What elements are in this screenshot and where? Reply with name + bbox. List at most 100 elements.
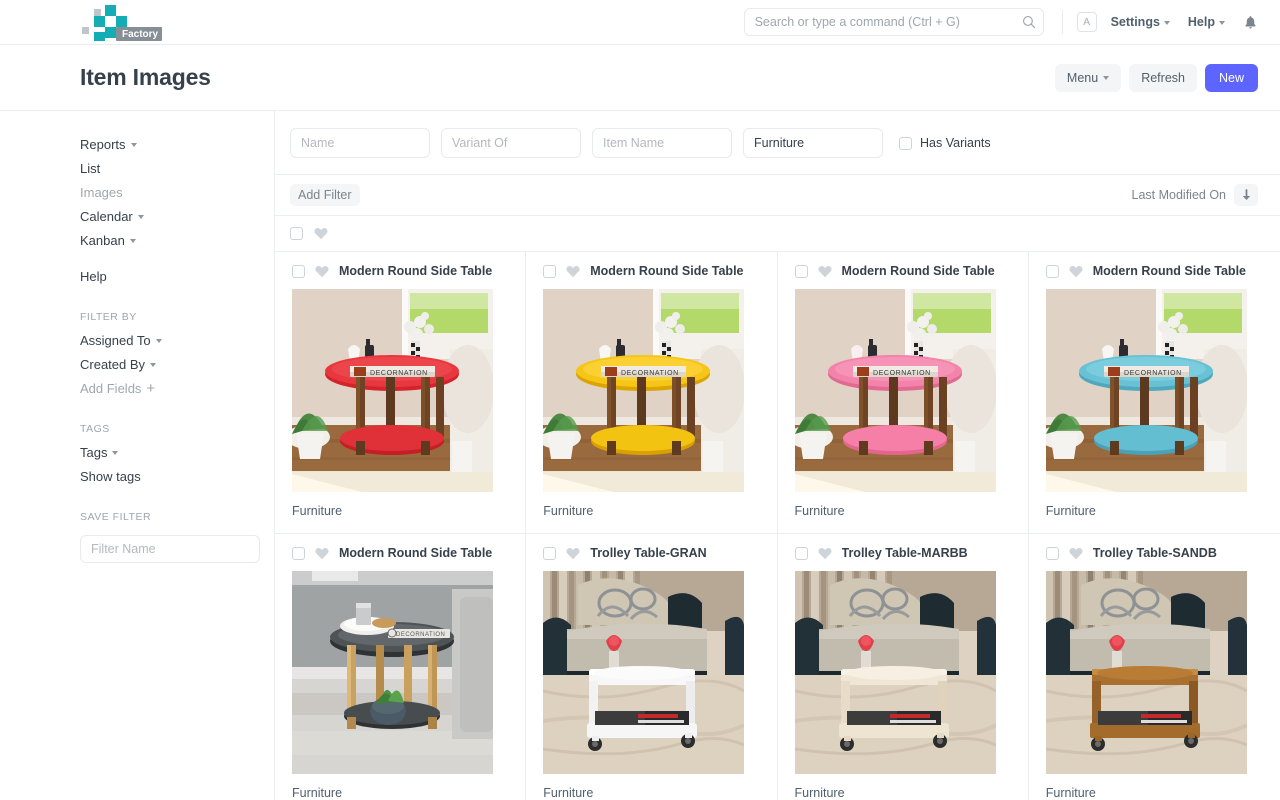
card-header: Modern Round Side Table	[292, 264, 508, 278]
chevron-down-icon	[130, 143, 137, 147]
heart-icon[interactable]	[566, 265, 580, 278]
filter-name-field[interactable]	[290, 128, 430, 158]
sort-direction-button[interactable]	[1234, 184, 1258, 206]
sidebar-item-images[interactable]: Images	[80, 181, 252, 205]
card-subtitle: Furniture	[543, 786, 594, 800]
sidebar-item-kanban[interactable]: Kanban	[80, 229, 252, 253]
heart-icon[interactable]	[315, 547, 329, 560]
main-content: Has Variants Add Filter Last Modified On	[275, 111, 1280, 800]
sidebar-filter-label: Assigned To	[80, 333, 151, 348]
settings-menu[interactable]: Settings	[1111, 15, 1170, 29]
sidebar-filter-assigned-to[interactable]: Assigned To	[80, 329, 252, 353]
card-title: Trolley Table-SANDB	[1092, 546, 1217, 560]
side-table-pink-image: DECORNATION	[794, 289, 996, 492]
filter-name-input[interactable]	[80, 535, 260, 563]
gallery-card[interactable]: Trolley Table-SANDB Furniture	[1029, 534, 1280, 800]
plus-icon: +	[146, 380, 156, 397]
card-image[interactable]: DECORNATION	[543, 289, 745, 492]
gallery-card[interactable]: Modern Round Side Table DECORNATION Furn…	[275, 252, 527, 534]
sidebar-item-reports[interactable]: Reports	[80, 133, 252, 157]
card-checkbox[interactable]	[794, 546, 808, 560]
search-input[interactable]	[743, 8, 1044, 36]
show-tags-link[interactable]: Show tags	[80, 465, 252, 489]
gallery-card[interactable]: Trolley Table-GRAN Furniture	[526, 534, 778, 800]
gallery-card[interactable]: Trolley Table-MARBB Furniture	[778, 534, 1029, 800]
heart-icon[interactable]	[566, 547, 580, 560]
select-all-checkbox[interactable]	[290, 227, 303, 240]
heart-icon[interactable]	[1069, 547, 1083, 560]
card-header: Trolley Table-SANDB	[1045, 546, 1263, 560]
trolley-cream-image	[794, 571, 996, 774]
card-image[interactable]	[794, 571, 996, 774]
card-checkbox[interactable]	[543, 546, 557, 560]
card-image[interactable]	[1045, 571, 1247, 774]
sidebar-filter-label: Created By	[80, 357, 146, 372]
heart-icon[interactable]	[817, 547, 832, 560]
card-checkbox[interactable]	[1045, 546, 1059, 560]
trolley-white-image	[543, 571, 745, 774]
card-header: Modern Round Side Table	[1045, 264, 1263, 278]
gallery-card[interactable]: Modern Round Side Table DECORNATION Furn…	[777, 252, 1029, 534]
card-image[interactable]: DECORNATION	[292, 571, 493, 774]
heart-icon[interactable]	[817, 265, 832, 278]
card-checkbox[interactable]	[1045, 264, 1059, 278]
add-filter-button[interactable]: Add Filter	[290, 184, 360, 206]
filter-item-name-field[interactable]	[592, 128, 732, 158]
page-body: Reports List Images Calendar Kanban Help…	[0, 111, 1280, 800]
has-variants-checkbox[interactable]: Has Variants	[899, 136, 991, 150]
chevron-down-icon	[1219, 20, 1225, 25]
sidebar-tags-dropdown[interactable]: Tags	[80, 441, 252, 465]
card-image[interactable]	[543, 571, 745, 774]
card-subtitle: Furniture	[292, 786, 343, 800]
logo-text: Factory	[122, 29, 159, 40]
gallery-card[interactable]: Modern Round Side Table DECORNATION Furn…	[1028, 252, 1280, 534]
global-search[interactable]	[743, 8, 1044, 36]
avatar-initial: A	[1083, 16, 1091, 28]
sidebar-item-label: Images	[80, 185, 123, 200]
avatar[interactable]: A	[1076, 12, 1097, 32]
card-subtitle: Furniture	[292, 504, 343, 518]
card-checkbox[interactable]	[292, 546, 305, 560]
menu-button[interactable]: Menu	[1054, 63, 1122, 92]
side-table-grey-image: DECORNATION	[292, 571, 493, 774]
chevron-down-icon	[112, 451, 119, 455]
sidebar-item-calendar[interactable]: Calendar	[80, 205, 252, 229]
settings-label: Settings	[1110, 15, 1160, 29]
sidebar-filter-created-by[interactable]: Created By	[80, 353, 252, 377]
gallery-card[interactable]: Modern Round Side Table DECORNATION Furn…	[526, 252, 778, 534]
app-logo[interactable]: Factory	[80, 3, 170, 41]
card-image[interactable]: DECORNATION	[1045, 289, 1247, 492]
card-header: Modern Round Side Table	[543, 264, 759, 278]
bell-icon[interactable]	[1243, 15, 1258, 30]
add-fields-button[interactable]: Add Fields +	[80, 377, 252, 401]
filter-item-group-field[interactable]	[743, 128, 883, 158]
sidebar-item-list[interactable]: List	[80, 157, 252, 181]
gallery-card[interactable]: Modern Round Side Table DECORNATION Furn…	[275, 534, 527, 800]
sort-selector[interactable]: Last Modified On	[1132, 188, 1227, 202]
sort-area: Last Modified On	[1132, 184, 1258, 206]
card-image[interactable]: DECORNATION	[292, 289, 493, 492]
has-variants-label: Has Variants	[920, 136, 991, 150]
sidebar-item-help[interactable]: Help	[80, 265, 252, 289]
filter-variant-of-field[interactable]	[441, 128, 581, 158]
help-menu[interactable]: Help	[1188, 15, 1225, 29]
checkbox-box[interactable]	[899, 136, 912, 150]
card-checkbox[interactable]	[292, 264, 305, 278]
card-title: Trolley Table-GRAN	[590, 546, 707, 560]
heart-icon[interactable]	[315, 265, 329, 278]
card-image[interactable]: DECORNATION	[794, 289, 996, 492]
top-navbar: Factory A Settings Help	[0, 0, 1280, 45]
heart-icon[interactable]	[314, 227, 328, 240]
new-button[interactable]: New	[1204, 63, 1258, 92]
card-checkbox[interactable]	[543, 264, 557, 278]
heart-icon[interactable]	[1069, 265, 1083, 278]
card-checkbox[interactable]	[794, 264, 808, 278]
refresh-button[interactable]: Refresh	[1129, 63, 1197, 92]
svg-text:DECORNATION: DECORNATION	[621, 370, 679, 377]
tags-label: Tags	[80, 445, 108, 460]
arrow-down-icon	[1242, 188, 1250, 200]
card-title: Modern Round Side Table	[841, 264, 995, 278]
chevron-down-icon	[150, 363, 157, 367]
add-fields-label: Add Fields	[80, 381, 142, 396]
page-title: Item Images	[80, 64, 211, 90]
